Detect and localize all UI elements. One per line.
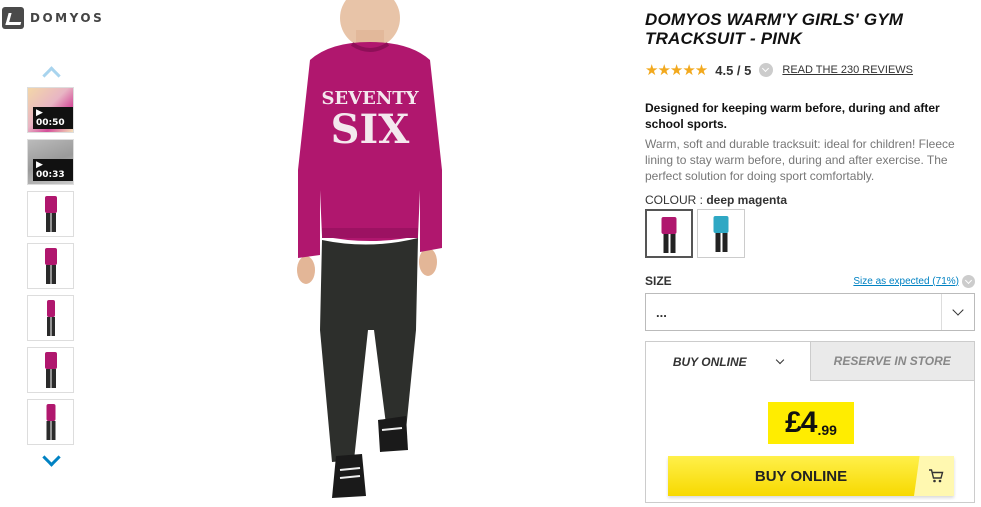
size-fit-text: Size as expected (71%) [853, 275, 959, 287]
chevron-down-icon[interactable] [27, 451, 75, 469]
tab-reserve-in-store[interactable]: RESERVE IN STORE [809, 342, 974, 381]
product-thumb-figure [44, 196, 57, 232]
rating-value: 4.5 / 5 [715, 62, 752, 78]
swatch-deep-magenta[interactable] [645, 209, 693, 258]
main-product-image[interactable]: SEVENTY SIX [270, 0, 470, 507]
thumbnail-image[interactable] [27, 243, 74, 289]
product-title: DOMYOS WARM'Y GIRLS' GYM TRACKSUIT - PIN… [645, 10, 904, 48]
price-main: £4 [785, 406, 817, 439]
purchase-tabs: BUY ONLINE RESERVE IN STORE [646, 342, 974, 381]
swatch-figure [661, 217, 677, 253]
thumbnail-video[interactable]: ▶ 00:33 [27, 139, 74, 185]
size-selected-value: ... [656, 304, 667, 320]
brand-logo-text: DOMYOS [30, 11, 105, 25]
domyos-logo-icon [2, 7, 24, 29]
price-cents: .99 [817, 422, 837, 438]
product-thumb-figure [44, 248, 57, 284]
product-thumb-figure [46, 404, 55, 440]
product-thumb-figure [44, 352, 57, 388]
brand-logo[interactable]: DOMYOS [2, 7, 104, 29]
colour-value: deep magenta [706, 193, 788, 207]
colour-label: COLOUR : [645, 193, 707, 207]
chevron-down-icon [775, 355, 784, 365]
tracksuit-model-image: SEVENTY SIX [297, 0, 442, 498]
swatch-figure [713, 216, 729, 252]
colour-swatches [645, 209, 975, 258]
buy-online-button-label: BUY ONLINE [754, 467, 848, 485]
thumbnail-image[interactable] [27, 295, 74, 341]
size-row: SIZE Size as expected (71%) [645, 274, 975, 288]
description-title: Designed for keeping warm before, during… [645, 101, 940, 131]
rating-row: ★★★★★ 4.5 / 5 READ THE 230 REVIEWS [645, 61, 975, 79]
thumbnail-video[interactable]: ▶ 00:50 [27, 87, 74, 133]
description-text: Warm, soft and durable tracksuit: ideal … [645, 137, 955, 183]
video-duration: ▶ 00:33 [33, 159, 73, 181]
tab-reserve-label: RESERVE IN STORE [833, 354, 951, 368]
chevron-info-icon [962, 274, 975, 288]
product-info-panel: DOMYOS WARM'Y GIRLS' GYM TRACKSUIT - PIN… [645, 0, 975, 503]
size-fit-link[interactable]: Size as expected (71%) [853, 274, 975, 288]
cart-icon-area [914, 456, 954, 496]
cart-icon [929, 469, 944, 483]
thumbnail-image[interactable] [27, 399, 74, 445]
thumbnail-image[interactable] [27, 347, 74, 393]
video-duration: ▶ 00:50 [33, 107, 73, 129]
thumbnail-gallery: ▶ 00:50 ▶ 00:33 [27, 64, 75, 469]
swatch-turquoise[interactable] [697, 209, 745, 258]
size-label: SIZE [645, 274, 672, 288]
shirt-print-line2: SIX [331, 106, 410, 153]
chevron-info-icon[interactable] [759, 63, 774, 77]
product-thumb-figure [46, 300, 55, 336]
read-reviews-link[interactable]: READ THE 230 REVIEWS [782, 64, 913, 76]
size-select[interactable]: ... [645, 293, 975, 331]
purchase-box: BUY ONLINE RESERVE IN STORE £4.99 BUY ON… [645, 341, 975, 503]
thumbnail-image[interactable] [27, 191, 74, 237]
chevron-up-icon[interactable] [27, 64, 75, 82]
buy-online-button[interactable]: BUY ONLINE [668, 456, 954, 496]
colour-row: COLOUR : deep magenta [645, 193, 975, 207]
chevron-down-icon [941, 294, 974, 330]
tab-buy-online[interactable]: BUY ONLINE [646, 342, 810, 381]
rating-stars-icon: ★★★★★ [645, 62, 708, 79]
price-tag: £4.99 [768, 402, 854, 444]
tab-buy-online-label: BUY ONLINE [672, 354, 747, 369]
